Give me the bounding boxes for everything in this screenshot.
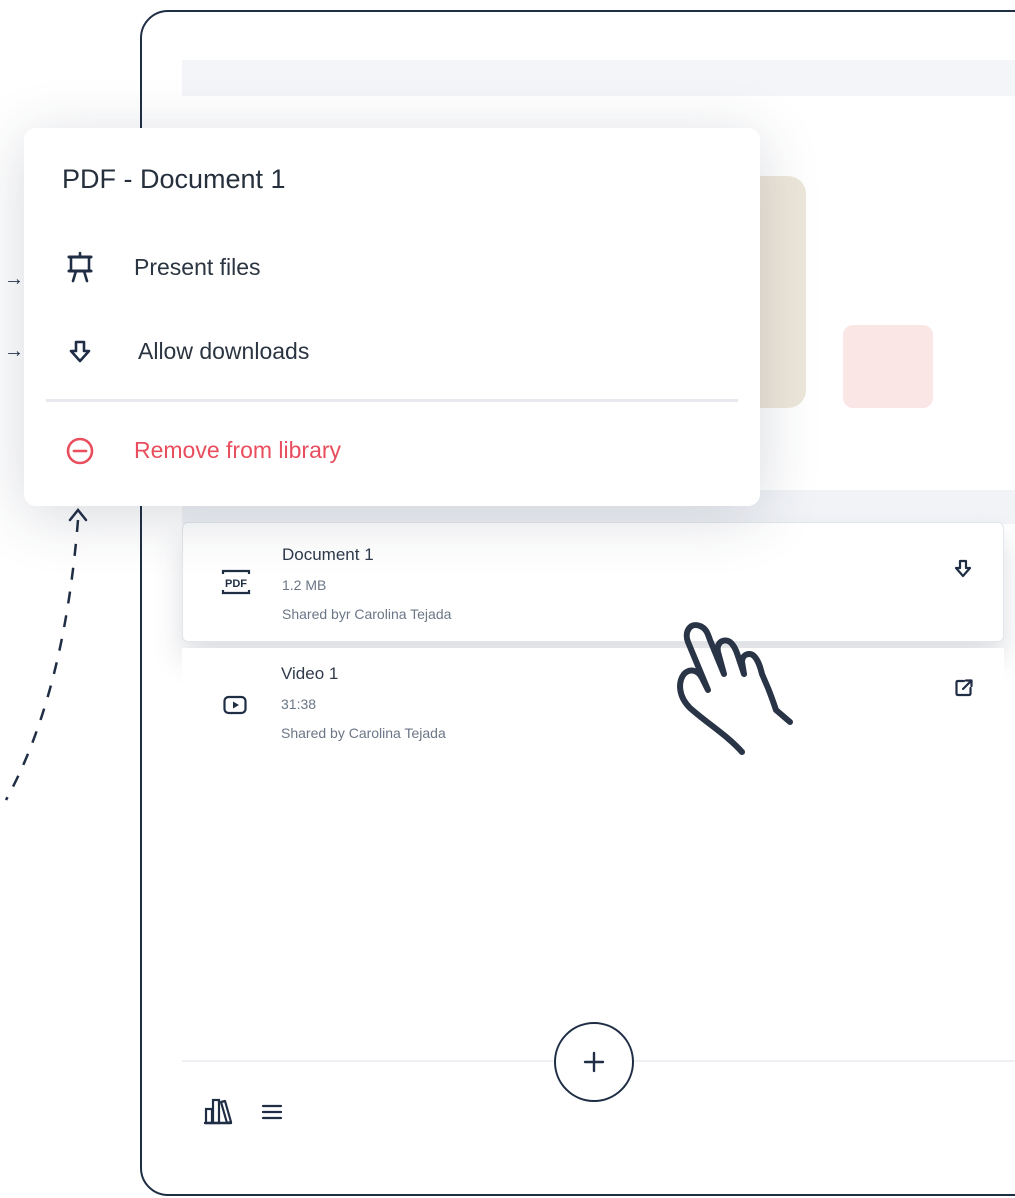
file-owner: Shared by Carolina Tejada (281, 725, 446, 741)
svg-text:PDF: PDF (225, 578, 247, 590)
background-tile (843, 325, 933, 408)
file-size: 1.2 MB (282, 577, 327, 593)
hand-pointer-icon (677, 622, 793, 755)
annotation-arrow-present: → (4, 268, 24, 290)
menu-item-present-files[interactable]: Present files (46, 236, 740, 298)
file-name: Document 1 (282, 545, 374, 564)
file-duration: 31:38 (281, 696, 317, 712)
menu-item-label: Remove from library (134, 437, 342, 463)
menu-title: PDF - Document 1 (62, 164, 286, 194)
annotation-arrow-download: → (4, 340, 24, 362)
pdf-icon: PDF (219, 567, 253, 597)
library-books-icon[interactable] (203, 1097, 233, 1125)
external-link-icon[interactable] (952, 676, 976, 700)
menu-divider (46, 399, 738, 402)
menu-item-allow-downloads[interactable]: Allow downloads (46, 320, 740, 382)
add-button[interactable] (554, 1022, 634, 1102)
menu-item-label: Allow downloads (138, 338, 310, 364)
screen: → → PDF Document 1 1.2 MB Shared byr Car… (0, 0, 1015, 1198)
file-owner: Shared byr Carolina Tejada (282, 606, 452, 622)
top-bar (182, 60, 1015, 96)
download-arrow-icon[interactable] (951, 557, 975, 581)
menu-item-remove-from-library[interactable]: Remove from library (46, 419, 740, 481)
plus-icon (583, 1051, 605, 1073)
context-menu: PDF - Document 1 Present files Allow dow… (24, 128, 760, 506)
download-arrow-icon (62, 334, 98, 370)
presentation-icon (62, 250, 98, 286)
hamburger-menu-icon[interactable] (261, 1102, 283, 1122)
file-name: Video 1 (281, 664, 339, 683)
remove-circle-icon (62, 433, 98, 469)
file-row-document[interactable]: PDF Document 1 1.2 MB Shared byr Carolin… (182, 522, 1004, 642)
file-row-video[interactable]: Video 1 31:38 Shared by Carolina Tejada (182, 648, 1004, 768)
menu-item-label: Present files (134, 254, 261, 280)
video-play-icon (218, 690, 252, 720)
